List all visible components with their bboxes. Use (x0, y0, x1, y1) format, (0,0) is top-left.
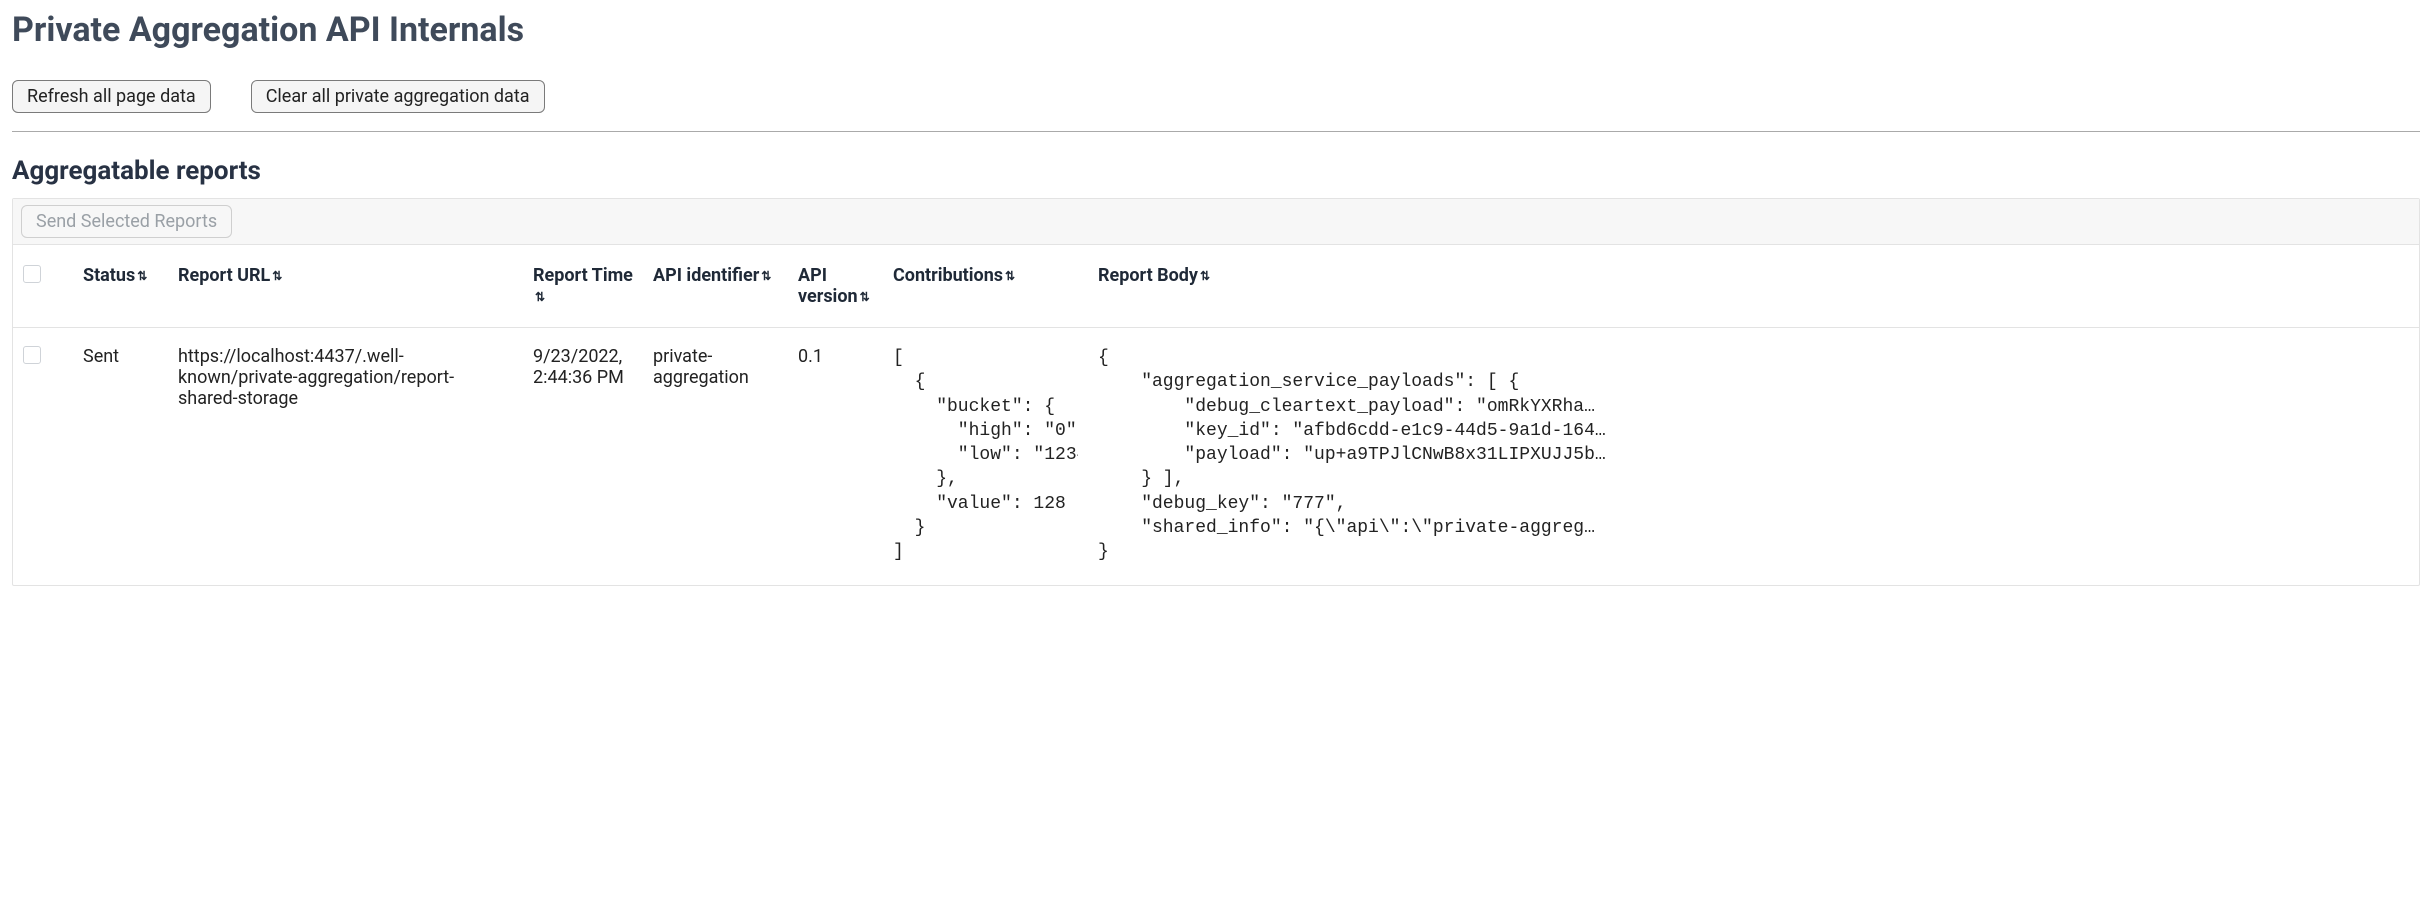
table-row: Sent https://localhost:4437/.well-known/… (13, 328, 2419, 585)
header-contributions[interactable]: Contributions⇅ (883, 245, 1088, 328)
sort-icon: ⇅ (137, 269, 147, 283)
sort-icon: ⇅ (761, 269, 771, 283)
send-selected-reports-button[interactable]: Send Selected Reports (21, 205, 232, 238)
header-status[interactable]: Status⇅ (73, 245, 168, 328)
header-report-body[interactable]: Report Body⇅ (1088, 245, 2419, 328)
page-title: Private Aggregation API Internals (12, 10, 2420, 50)
clear-data-button[interactable]: Clear all private aggregation data (251, 80, 545, 113)
refresh-button[interactable]: Refresh all page data (12, 80, 211, 113)
reports-table: Status⇅ Report URL⇅ Report Time⇅ API ide… (13, 245, 2419, 585)
sort-icon: ⇅ (272, 269, 282, 283)
sort-icon: ⇅ (1200, 269, 1210, 283)
cell-api-version: 0.1 (788, 328, 883, 585)
reports-panel: Send Selected Reports Status⇅ Report URL… (12, 198, 2420, 586)
header-api-identifier-label: API identifier (653, 265, 759, 286)
contributions-code: [ { "bucket": { "high": "0", "low": "123… (893, 346, 1078, 565)
row-select-cell (13, 328, 73, 585)
header-status-label: Status (83, 265, 135, 286)
sort-icon: ⇅ (535, 290, 545, 304)
select-all-header (13, 245, 73, 328)
toolbar: Refresh all page data Clear all private … (12, 80, 2420, 132)
header-report-url-label: Report URL (178, 265, 270, 286)
header-api-version-label: API version (798, 265, 858, 307)
table-wrap: Status⇅ Report URL⇅ Report Time⇅ API ide… (13, 245, 2419, 585)
header-report-body-label: Report Body (1098, 265, 1198, 286)
header-report-time-label: Report Time (533, 265, 633, 286)
cell-status: Sent (73, 328, 168, 585)
header-contributions-label: Contributions (893, 265, 1003, 286)
table-header-row: Status⇅ Report URL⇅ Report Time⇅ API ide… (13, 245, 2419, 328)
select-all-checkbox[interactable] (23, 265, 41, 283)
row-select-checkbox[interactable] (23, 346, 41, 364)
cell-report-body: { "aggregation_service_payloads": [ { "d… (1088, 328, 2419, 585)
cell-report-url: https://localhost:4437/.well-known/priva… (168, 328, 523, 585)
header-report-time[interactable]: Report Time ⇅ (523, 245, 643, 328)
cell-api-identifier: private-aggregation (643, 328, 788, 585)
header-api-version[interactable]: API version⇅ (788, 245, 883, 328)
section-title: Aggregatable reports (12, 156, 2420, 186)
sort-icon: ⇅ (860, 290, 870, 304)
cell-contributions: [ { "bucket": { "high": "0", "low": "123… (883, 328, 1088, 585)
report-body-code: { "aggregation_service_payloads": [ { "d… (1098, 346, 2409, 565)
header-report-url[interactable]: Report URL⇅ (168, 245, 523, 328)
panel-header: Send Selected Reports (13, 199, 2419, 245)
cell-report-time: 9/23/2022, 2:44:36 PM (523, 328, 643, 585)
sort-icon: ⇅ (1005, 269, 1015, 283)
header-api-identifier[interactable]: API identifier⇅ (643, 245, 788, 328)
